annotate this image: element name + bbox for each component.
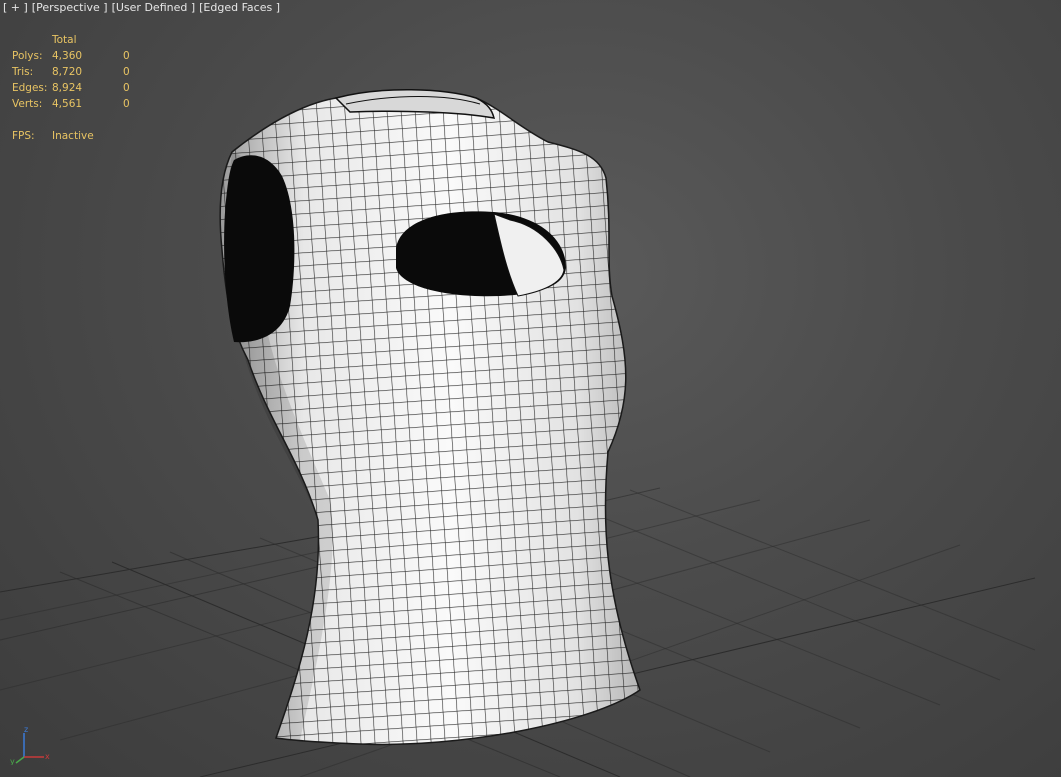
edge-display-label[interactable]: [Edged Faces ] (199, 1, 280, 14)
axis-x-label: x (45, 752, 50, 761)
scene-canvas[interactable] (0, 0, 1061, 777)
view-type-label[interactable]: [Perspective ] (32, 1, 108, 14)
stats-row: Edges: 8,924 0 (12, 80, 153, 96)
stats-label: Verts: (12, 98, 43, 110)
axis-y-label: y (10, 757, 15, 765)
fps-row: FPS: Inactive (12, 128, 153, 144)
stats-total: 4,561 (52, 98, 83, 110)
stats-label: Edges: (12, 82, 48, 94)
stats-total: 4,360 (52, 50, 83, 62)
statistics-overlay: Total Polys: 4,360 0 Tris: 8,720 0 Edges… (12, 32, 153, 144)
stats-selected: 0 (123, 66, 130, 78)
stats-label: Polys: (12, 50, 43, 62)
shading-mode-label[interactable]: [User Defined ] (112, 1, 196, 14)
armhole-opening (224, 155, 295, 343)
stats-label: Tris: (12, 66, 34, 78)
viewport-label-bar: [ + ] [Perspective ] [User Defined ] [Ed… (3, 1, 280, 14)
stats-row: Verts: 4,561 0 (12, 96, 153, 112)
stats-row: Tris: 8,720 0 (12, 64, 153, 80)
stats-row: Polys: 4,360 0 (12, 48, 153, 64)
fps-value: Inactive (52, 130, 94, 142)
perspective-viewport[interactable]: [ + ] [Perspective ] [User Defined ] [Ed… (0, 0, 1061, 777)
stats-header-total: Total (52, 34, 77, 46)
stats-total: 8,924 (52, 82, 83, 94)
viewport-menu-button[interactable]: [ + ] (3, 1, 28, 14)
stats-selected: 0 (123, 50, 130, 62)
axis-tripod-icon: z x y (10, 725, 50, 765)
stats-header-row: Total (12, 32, 153, 48)
stats-total: 8,720 (52, 66, 83, 78)
fps-label: FPS: (12, 130, 35, 142)
stats-selected: 0 (123, 98, 130, 110)
axis-z-label: z (24, 725, 28, 734)
stats-selected: 0 (123, 82, 130, 94)
